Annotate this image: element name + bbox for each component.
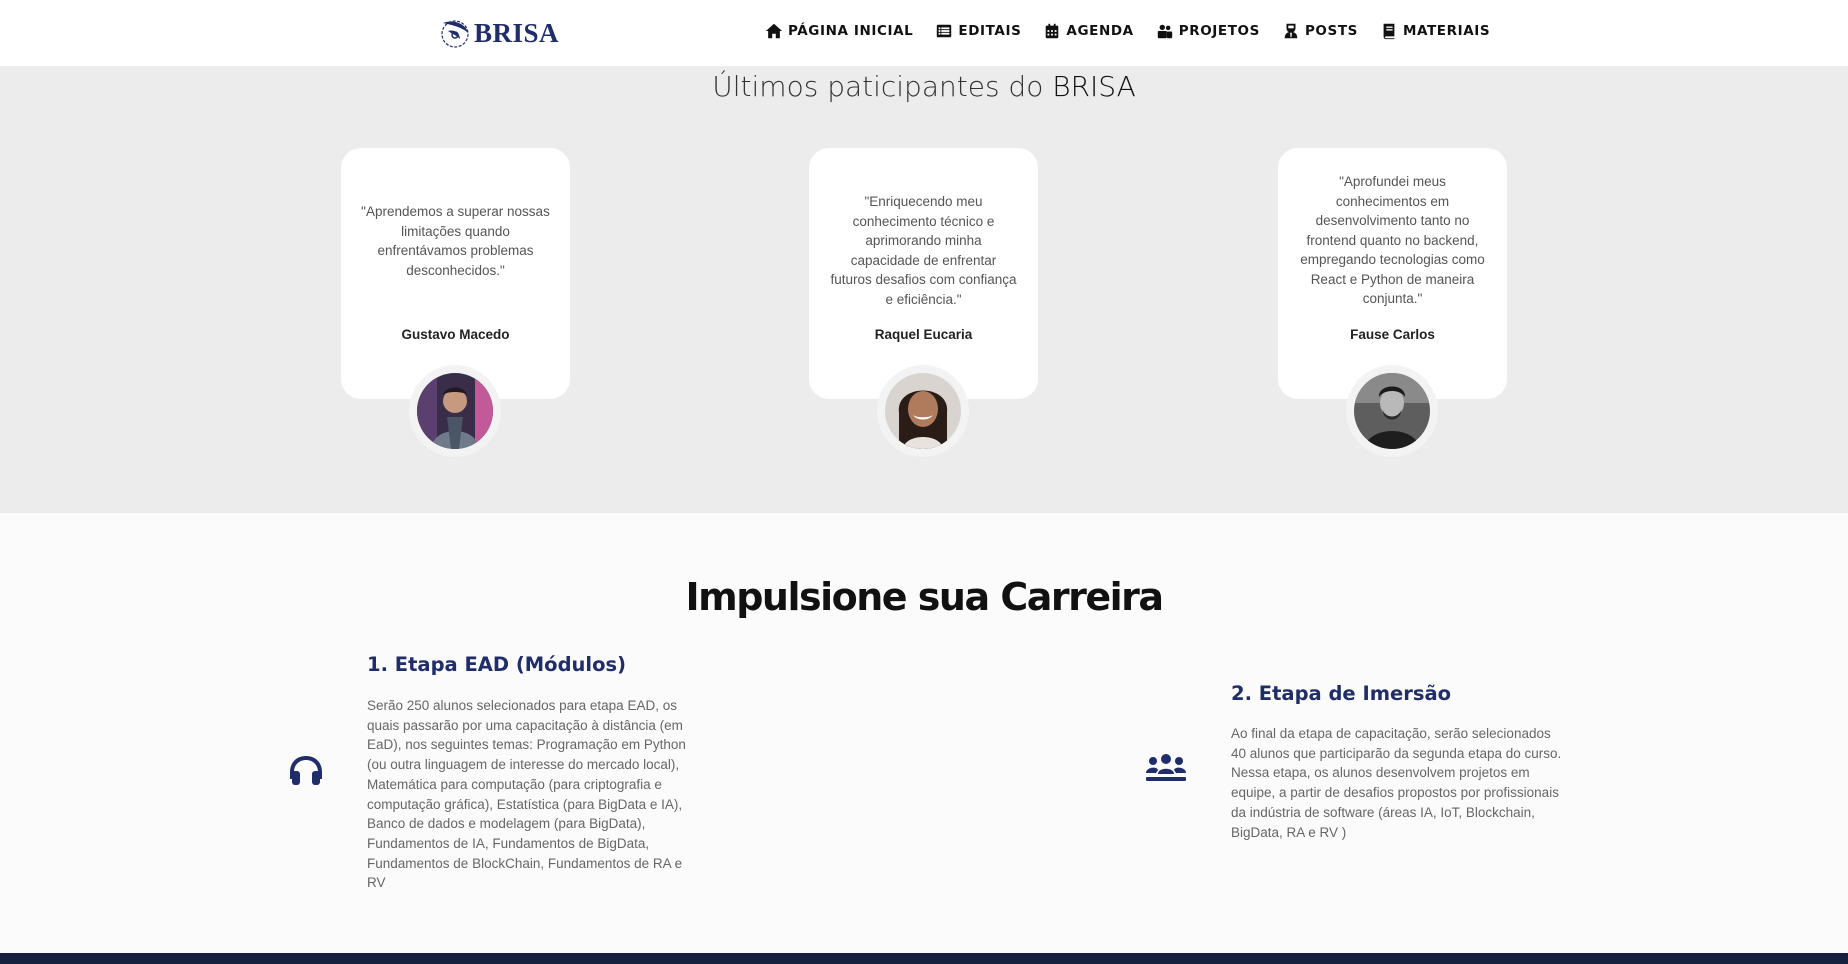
participants-section: Últimos paticipantes do BRISA "Aprendemo… (0, 66, 1848, 513)
logo-swirl-icon (441, 20, 469, 48)
step-description: Serão 250 alunos selecionados para etapa… (367, 698, 686, 891)
avatar-ring (409, 365, 501, 457)
nav-label: POSTS (1304, 23, 1358, 39)
participant-name: Fause Carlos (1350, 327, 1435, 342)
avatar (1354, 373, 1430, 449)
testimonial-card: "Aprofundei meus conhecimentos em desenv… (1278, 148, 1507, 457)
group-icon (1145, 752, 1187, 784)
nav-label: PROJETOS (1178, 23, 1260, 39)
nav-label: AGENDA (1066, 23, 1134, 39)
headphones-icon (288, 753, 324, 787)
nav-item-agenda[interactable]: AGENDA (1043, 22, 1133, 40)
nav-item-pagina-inicial[interactable]: PÁGINA INICIAL (765, 22, 913, 40)
career-section: Impulsione sua Carreira 1. Etapa EAD (Mó… (0, 513, 1848, 953)
brisa-logo[interactable]: BRISA (438, 13, 559, 53)
calendar-icon (1043, 22, 1061, 40)
nav-label: EDITAIS (958, 23, 1022, 39)
step-title: 2. Etapa de Imersão (1231, 682, 1452, 705)
participant-name: Gustavo Macedo (401, 327, 510, 342)
avatar (885, 373, 961, 449)
title-brand: BRISA (1052, 70, 1136, 103)
nav-item-materiais[interactable]: MATERIAIS (1380, 22, 1490, 40)
avatar (417, 373, 493, 449)
nav-item-posts[interactable]: POSTS (1282, 22, 1358, 40)
step-description: Ao final da etapa de capacitação, serão … (1231, 726, 1562, 840)
testimonial-quote: "Enriquecendo meu conhecimento técnico e… (830, 194, 1017, 307)
users-icon (1156, 22, 1174, 40)
nav-label: MATERIAIS (1402, 23, 1491, 39)
testimonial-quote: "Aprofundei meus conhecimentos em desenv… (1300, 174, 1485, 306)
list-icon (935, 22, 953, 40)
avatar-ring (1346, 365, 1438, 457)
site-header: BRISA PÁGINA INICIAL EDITAIS AGENDA PROJ… (0, 0, 1848, 66)
title-prefix: Últimos paticipantes do (712, 70, 1053, 103)
nav-item-projetos[interactable]: PROJETOS (1156, 22, 1260, 40)
user-tie-icon (1282, 22, 1300, 40)
book-icon (1380, 22, 1398, 40)
home-icon (765, 22, 783, 40)
step-title: 1. Etapa EAD (Módulos) (367, 653, 627, 676)
testimonial-card: "Enriquecendo meu conhecimento técnico e… (809, 148, 1038, 457)
logo-text: BRISA (474, 17, 560, 48)
career-title: Impulsione sua Carreira (685, 575, 1164, 619)
main-nav: PÁGINA INICIAL EDITAIS AGENDA PROJETOS P… (765, 22, 1490, 40)
participant-name: Raquel Eucaria (874, 327, 973, 342)
nav-item-editais[interactable]: EDITAIS (935, 22, 1021, 40)
footer-bar (0, 953, 1848, 964)
testimonial-quote: "Aprendemos a superar nossas limitações … (361, 204, 550, 278)
participants-title: Últimos paticipantes do BRISA (0, 70, 1848, 103)
avatar-ring (877, 365, 969, 457)
nav-label: PÁGINA INICIAL (788, 23, 914, 39)
testimonial-card: "Aprendemos a superar nossas limitações … (341, 148, 570, 457)
